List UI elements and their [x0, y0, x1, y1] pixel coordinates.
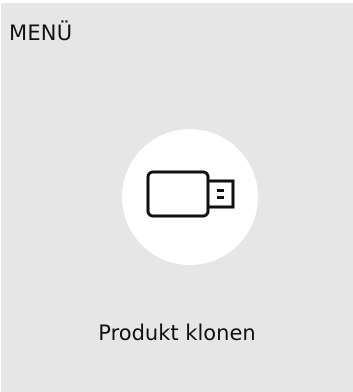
icon-circle — [122, 129, 258, 265]
clone-product-label: Produkt klonen — [98, 321, 256, 345]
usb-drive-icon — [146, 170, 235, 218]
screen: MENÜ Produkt klonen — [0, 0, 353, 392]
menu-panel: MENÜ Produkt klonen — [1, 3, 353, 392]
clone-product-tile[interactable]: Produkt klonen — [1, 3, 353, 392]
